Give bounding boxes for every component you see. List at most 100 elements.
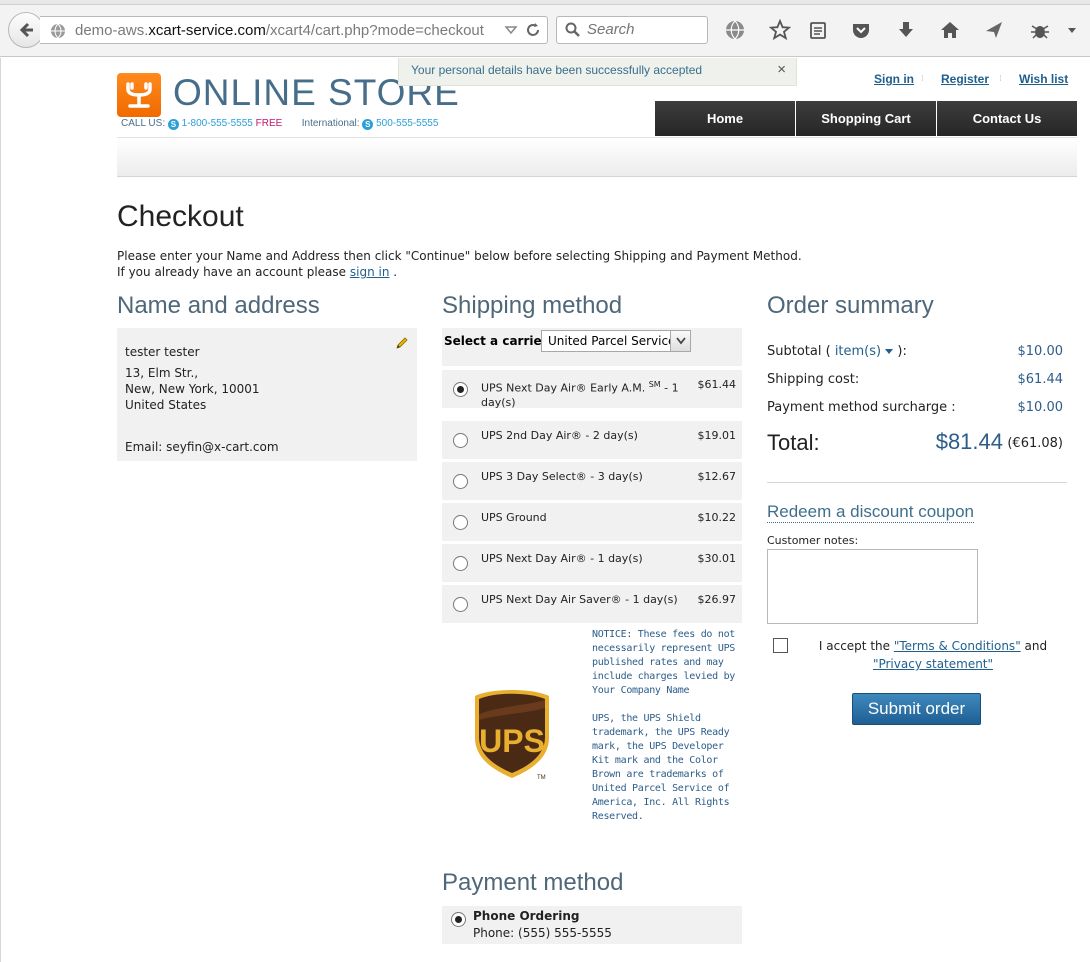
items-dropdown-link[interactable]: item(s) xyxy=(835,344,894,359)
shipping-radio[interactable] xyxy=(453,556,468,571)
shipping-option[interactable]: UPS Next Day Air Saver® - 1 day(s) $26.9… xyxy=(442,585,742,623)
store-logo-icon[interactable] xyxy=(117,73,161,117)
summary-heading: Order summary xyxy=(767,292,934,319)
wish-list-link[interactable]: Wish list xyxy=(1019,72,1068,86)
shipping-heading: Shipping method xyxy=(442,292,623,319)
register-link[interactable]: Register xyxy=(941,72,989,86)
total-row: Total: $81.44 (€61.08) xyxy=(767,429,1063,458)
nav-contact-us[interactable]: Contact Us xyxy=(937,101,1077,136)
payment-option-desc: Phone: (555) 555-5555 xyxy=(473,926,612,940)
address-city: New, New York, 10001 xyxy=(125,382,260,396)
checkout-intro: Please enter your Name and Address then … xyxy=(117,249,802,279)
bookmark-star-icon[interactable] xyxy=(768,18,792,42)
total-alt-currency: (€61.08) xyxy=(1007,436,1063,451)
ups-notice: NOTICE: These fees do not necessarily re… xyxy=(592,629,736,822)
address-email: Email: seyfin@x-cart.com xyxy=(125,440,279,454)
shipping-radio[interactable] xyxy=(453,597,468,612)
close-notice-icon[interactable]: × xyxy=(777,61,786,78)
back-arrow-icon xyxy=(19,22,33,38)
shipping-option[interactable]: UPS Next Day Air® Early A.M. SM - 1 day(… xyxy=(442,370,742,409)
globe-addon-icon[interactable] xyxy=(723,18,747,42)
call-us-phone[interactable]: 1-800-555-5555 xyxy=(182,118,253,129)
shipping-radio[interactable] xyxy=(453,515,468,530)
redeem-coupon-link[interactable]: Redeem a discount coupon xyxy=(767,502,974,523)
tab-strip xyxy=(0,0,1090,5)
shipping-option-price: $26.97 xyxy=(697,593,737,606)
skype-icon: S xyxy=(362,119,374,130)
address-heading: Name and address xyxy=(117,292,320,319)
separator-dots: ⁞ xyxy=(921,74,924,84)
shipping-radio[interactable] xyxy=(453,382,468,397)
back-button[interactable] xyxy=(8,12,44,48)
shipping-option[interactable]: UPS Ground $10.22 xyxy=(442,503,742,541)
shipping-option-price: $19.01 xyxy=(697,429,737,442)
search-icon xyxy=(565,22,580,37)
shipping-option[interactable]: UPS Next Day Air® - 1 day(s) $30.01 xyxy=(442,544,742,582)
surcharge-row: Payment method surcharge : $10.00 xyxy=(767,400,1063,415)
customer-notes-input[interactable] xyxy=(767,549,978,624)
page-content: ONLINE STORE CALL US: S 1-800-555-5555 F… xyxy=(0,58,1090,962)
shipping-option-name: UPS Ground xyxy=(481,511,547,524)
firebug-dropdown-icon[interactable] xyxy=(1060,18,1084,42)
payment-option[interactable]: Phone Ordering Phone: (555) 555-5555 xyxy=(442,906,742,944)
shipping-option-price: $10.22 xyxy=(697,511,737,524)
send-icon[interactable] xyxy=(982,18,1006,42)
edit-pencil-icon[interactable] xyxy=(395,336,409,350)
search-input[interactable] xyxy=(587,21,702,38)
carrier-label: Select a carrier: xyxy=(444,334,553,348)
url-text: demo-aws.xcart-service.com/xcart4/cart.p… xyxy=(75,22,484,39)
address-name: tester tester xyxy=(125,345,200,359)
shipping-option-price: $61.44 xyxy=(697,378,737,391)
accept-terms-checkbox[interactable] xyxy=(773,638,788,653)
intro-sign-in-link[interactable]: sign in xyxy=(350,265,390,279)
download-icon[interactable] xyxy=(894,18,918,42)
shipping-option-name: UPS 2nd Day Air® - 2 day(s) xyxy=(481,429,638,442)
pocket-icon[interactable] xyxy=(849,18,873,42)
shipping-radio[interactable] xyxy=(453,433,468,448)
home-icon[interactable] xyxy=(938,18,962,42)
sign-in-link[interactable]: Sign in xyxy=(874,72,914,86)
header-band xyxy=(117,137,1077,177)
url-bar[interactable]: demo-aws.xcart-service.com/xcart4/cart.p… xyxy=(40,16,548,44)
address-country: United States xyxy=(125,398,207,412)
payment-heading: Payment method xyxy=(442,869,624,896)
submit-order-button[interactable]: Submit order xyxy=(852,693,981,725)
search-bar[interactable] xyxy=(556,16,708,44)
page-title: Checkout xyxy=(117,200,244,233)
nav-home[interactable]: Home xyxy=(655,101,795,136)
privacy-link[interactable]: "Privacy statement" xyxy=(873,657,993,671)
address-box: tester tester 13, Elm Str., New, New Yor… xyxy=(117,328,417,461)
address-street: 13, Elm Str., xyxy=(125,366,199,380)
svg-text:TM: TM xyxy=(537,775,546,781)
reload-icon[interactable] xyxy=(525,22,541,38)
shipping-cost-row: Shipping cost: $61.44 xyxy=(767,372,1063,387)
reading-list-icon[interactable] xyxy=(806,18,830,42)
terms-link[interactable]: "Terms & Conditions" xyxy=(894,639,1021,653)
divider xyxy=(767,482,1067,483)
international-phone[interactable]: 500-555-5555 xyxy=(376,118,438,129)
total-value: $81.44 xyxy=(935,429,1003,454)
shipping-radio[interactable] xyxy=(453,474,468,489)
shipping-option[interactable]: UPS 2nd Day Air® - 2 day(s) $19.01 xyxy=(442,421,742,459)
url-dropdown-icon[interactable] xyxy=(504,23,518,37)
chevron-down-icon xyxy=(670,331,690,351)
shipping-option-name: UPS 3 Day Select® - 3 day(s) xyxy=(481,470,643,483)
success-notice: Your personal details have been successf… xyxy=(398,58,797,86)
ups-shield-logo: UPS TM xyxy=(475,690,549,781)
carrier-select[interactable]: United Parcel Service xyxy=(541,330,691,352)
separator-dots: ⁞ xyxy=(999,74,1002,84)
shipping-cost-value: $61.44 xyxy=(1017,372,1064,387)
call-us-info: CALL US: S 1-800-555-5555 FREE Internati… xyxy=(121,118,439,130)
subtotal-row: Subtotal ( item(s) ): $10.00 xyxy=(767,344,1063,359)
shipping-option-name: UPS Next Day Air® - 1 day(s) xyxy=(481,552,643,565)
skype-icon: S xyxy=(167,119,179,130)
globe-icon xyxy=(51,23,65,39)
firebug-icon[interactable] xyxy=(1028,18,1052,42)
customer-notes-label: Customer notes: xyxy=(767,534,859,547)
shipping-option-price: $30.01 xyxy=(697,552,737,565)
payment-radio[interactable] xyxy=(451,912,466,927)
shipping-option[interactable]: UPS 3 Day Select® - 3 day(s) $12.67 xyxy=(442,462,742,500)
nav-shopping-cart[interactable]: Shopping Cart xyxy=(796,101,936,136)
shipping-option-name: UPS Next Day Air® Early A.M. SM - 1 day(… xyxy=(481,380,679,409)
total-label: Total: xyxy=(767,430,820,455)
